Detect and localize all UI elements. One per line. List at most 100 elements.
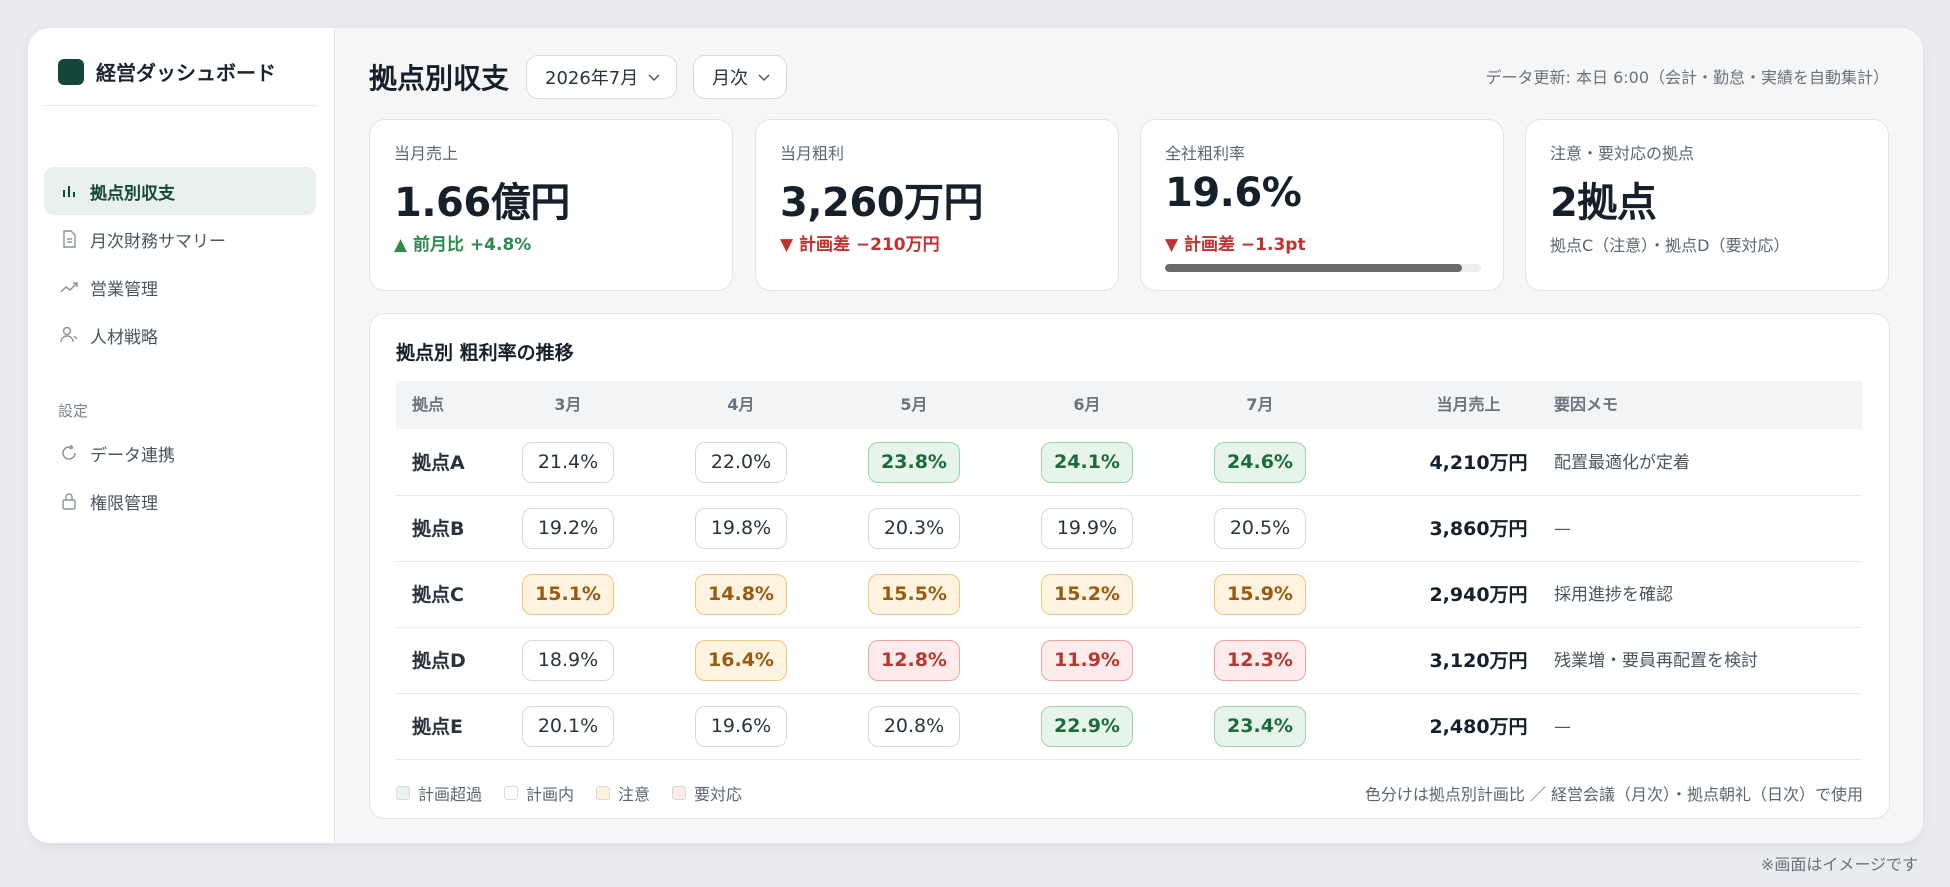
margin-cell: 20.3% <box>868 508 960 549</box>
sidebar-item-label: 権限管理 <box>90 493 158 514</box>
kpi-card-alert-branches: 注意・要対応の拠点 2拠点 拠点C（注意）・拠点D（要対応） <box>1525 119 1889 291</box>
sidebar-item-label: 人材戦略 <box>90 327 158 348</box>
kpi-card-sales: 当月売上 1.66億円 ▲ 前月比 +4.8% <box>369 119 733 291</box>
chevron-down-icon <box>648 74 660 82</box>
kpi-value: 3,260万円 <box>780 180 984 226</box>
kpi-card-gross-margin: 全社粗利率 19.6% ▼ 計画差 −1.3pt <box>1140 119 1504 291</box>
app-window: 経営ダッシュボード 経営 拠点別収支 月次財務サマリー 営業管理 <box>28 28 1923 843</box>
kpi-value: 2拠点 <box>1550 180 1657 226</box>
legend-label: 要対応 <box>694 785 743 804</box>
sidebar-item-data-sync[interactable]: データ連携 <box>44 429 316 477</box>
sidebar-item-permissions[interactable]: 権限管理 <box>44 477 316 525</box>
granularity-select-value: 月次 <box>712 68 748 89</box>
margin-cell: 19.6% <box>695 706 787 747</box>
legend: 計画超過 計画内 注意 要対応 <box>396 781 764 805</box>
margin-cell: 22.0% <box>695 442 787 483</box>
app-title: 経営ダッシュボード <box>96 61 276 85</box>
margin-cell: 15.9% <box>1214 574 1306 615</box>
legend-swatch <box>596 786 611 800</box>
margin-cell: 15.5% <box>868 574 960 615</box>
period-select[interactable]: 2026年7月 <box>526 55 678 99</box>
factor-memo: — <box>1554 519 1571 539</box>
factor-memo: 配置最適化が定着 <box>1554 453 1690 473</box>
column-header: 拠点 <box>412 395 445 414</box>
factor-memo: 残業増・要員再配置を検討 <box>1554 651 1758 671</box>
table-header: 拠点 3月 4月 5月 6月 7月 当月売上 要因メモ <box>396 381 1862 429</box>
factor-memo: — <box>1554 717 1571 737</box>
person-icon <box>58 324 80 346</box>
sidebar-section-label: 設定 <box>58 402 89 420</box>
margin-cell: 20.8% <box>868 706 960 747</box>
kpi-value: 19.6% <box>1165 170 1302 216</box>
margin-cell: 18.9% <box>522 640 614 681</box>
margin-progress-fill <box>1165 264 1463 272</box>
margin-cell: 19.9% <box>1041 508 1133 549</box>
table-row[interactable]: 拠点E 20.1% 19.6% 20.8% 22.9% 23.4% 2,480万円 — <box>396 694 1862 760</box>
column-header: 当月売上 <box>1436 395 1501 414</box>
bar-chart-icon <box>58 180 80 202</box>
sync-icon <box>58 442 80 464</box>
sidebar-item-sales[interactable]: 営業管理 <box>44 263 316 311</box>
factor-memo: 採用進捗を確認 <box>1554 585 1673 605</box>
table-row[interactable]: 拠点C 15.1% 14.8% 15.5% 15.2% 15.9% 2,940万円 採用進捗を… <box>396 562 1862 628</box>
legend-swatch <box>396 786 410 800</box>
legend-label: 計画超過 <box>418 785 483 804</box>
legend-label: 計画内 <box>526 785 575 804</box>
margin-cell: 14.8% <box>695 574 787 615</box>
column-header: 6月 <box>1073 395 1101 414</box>
monthly-sales: 3,860万円 <box>1429 518 1528 540</box>
branch-name: 拠点E <box>412 716 463 738</box>
margin-cell: 20.1% <box>522 706 614 747</box>
margin-cell: 23.4% <box>1214 706 1306 747</box>
footnote: ※画面はイメージです <box>1760 855 1918 874</box>
legend-swatch <box>672 786 687 800</box>
legend-swatch <box>504 786 519 800</box>
legend-note: 色分けは拠点別計画比 ／ 経営会議（月次）・拠点朝礼（日次）で使用 <box>1364 785 1863 804</box>
legend-item: 計画内 <box>504 781 574 805</box>
margin-cell: 15.1% <box>522 574 614 615</box>
kpi-label: 当月売上 <box>394 144 459 163</box>
column-header: 7月 <box>1246 395 1274 414</box>
kpi-delta: ▲ 前月比 +4.8% <box>394 235 532 255</box>
margin-progress-bar <box>1165 264 1481 272</box>
legend-item: 注意 <box>596 781 650 805</box>
legend-label: 注意 <box>618 785 651 804</box>
kpi-sub: 拠点C（注意）・拠点D（要対応） <box>1550 236 1790 255</box>
main-content: 拠点別収支 2026年7月 月次 データ更新: 本日 6:00（会計・勤怠・実績… <box>335 28 1923 843</box>
data-update-note: データ更新: 本日 6:00（会計・勤怠・実績を自動集計） <box>1485 68 1890 87</box>
monthly-sales: 2,940万円 <box>1429 584 1528 606</box>
column-header: 4月 <box>727 395 755 414</box>
kpi-delta: ▼ 計画差 −210万円 <box>780 235 940 255</box>
margin-cell: 16.4% <box>695 640 787 681</box>
margin-cell: 24.1% <box>1041 442 1133 483</box>
period-select-value: 2026年7月 <box>545 68 639 89</box>
legend-item: 計画超過 <box>396 781 482 805</box>
sidebar-item-branch-pl[interactable]: 拠点別収支 <box>44 167 316 215</box>
sidebar-divider <box>44 105 318 106</box>
margin-cell: 19.8% <box>695 508 787 549</box>
table-row[interactable]: 拠点A 21.4% 22.0% 23.8% 24.1% 24.6% 4,210万円 配置最適化… <box>396 430 1862 496</box>
margin-cell: 11.9% <box>1041 640 1133 681</box>
margin-trend-table-card: 拠点別 粗利率の推移 拠点 3月 4月 5月 6月 7月 当月売上 要因メモ 拠… <box>369 313 1890 819</box>
margin-cell: 22.9% <box>1041 706 1133 747</box>
margin-cell: 15.2% <box>1041 574 1133 615</box>
kpi-value: 1.66億円 <box>394 180 570 226</box>
monthly-sales: 2,480万円 <box>1429 716 1528 738</box>
kpi-label: 注意・要対応の拠点 <box>1550 144 1695 163</box>
margin-cell: 21.4% <box>522 442 614 483</box>
granularity-select[interactable]: 月次 <box>693 55 787 99</box>
column-header: 5月 <box>900 395 928 414</box>
sidebar-item-label: データ連携 <box>90 445 175 466</box>
brand[interactable]: 経営ダッシュボード <box>58 57 276 86</box>
sidebar-item-monthly-summary[interactable]: 月次財務サマリー <box>44 215 316 263</box>
table-row[interactable]: 拠点B 19.2% 19.8% 20.3% 19.9% 20.5% 3,860万円 — <box>396 496 1862 562</box>
brand-logo-icon <box>58 58 84 85</box>
margin-cell: 24.6% <box>1214 442 1306 483</box>
legend-item: 要対応 <box>672 781 742 805</box>
sidebar-item-label: 拠点別収支 <box>90 183 175 204</box>
table-row[interactable]: 拠点D 18.9% 16.4% 12.8% 11.9% 12.3% 3,120万円 残業増・要… <box>396 628 1862 694</box>
sidebar-item-hr[interactable]: 人材戦略 <box>44 311 316 359</box>
monthly-sales: 4,210万円 <box>1429 452 1528 474</box>
chevron-down-icon <box>758 74 770 82</box>
column-header: 3月 <box>554 395 582 414</box>
